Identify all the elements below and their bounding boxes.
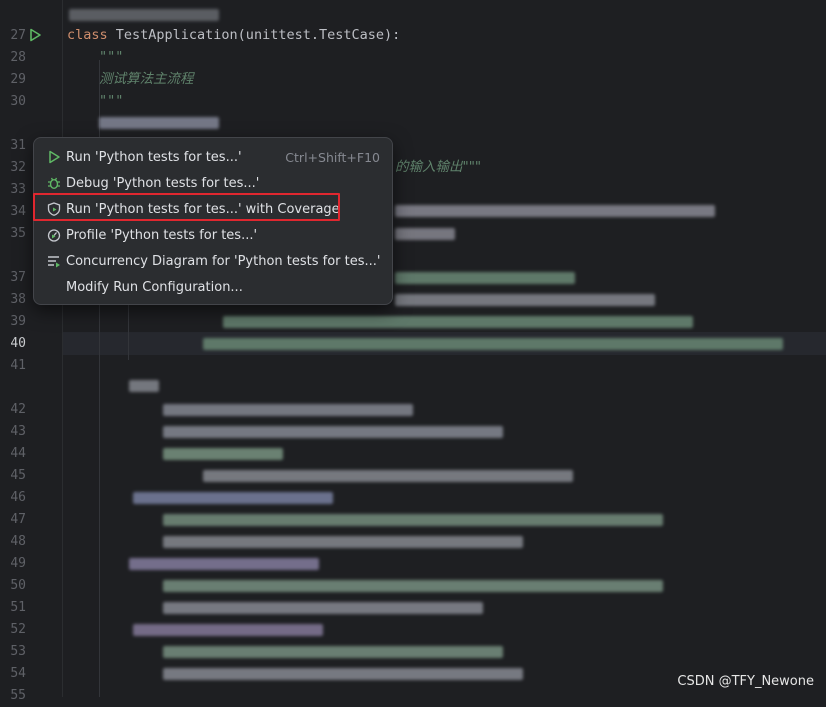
line-number: 42 <box>10 402 26 417</box>
line-number-gutter: 27 28 29 30 31 32 33 34 35 37 38 39 40 4… <box>0 0 63 703</box>
line-number: 53 <box>10 644 26 659</box>
menu-item-shortcut: Ctrl+Shift+F10 <box>285 149 380 165</box>
line-number: 31 <box>10 138 26 153</box>
line-number: 51 <box>10 600 26 615</box>
profile-icon <box>47 228 61 242</box>
line-number: 45 <box>10 468 26 483</box>
line-number-active: 40 <box>10 336 26 351</box>
docstring-text: 测试算法主流程 <box>99 71 194 87</box>
menu-item-run[interactable]: Run 'Python tests for tes...' Ctrl+Shift… <box>40 145 386 169</box>
line-number: 30 <box>10 94 26 109</box>
docstring-close: """ <box>99 93 124 109</box>
partial-comment: 的输入输出""" <box>395 159 482 175</box>
line-number: 37 <box>10 270 26 285</box>
coverage-icon <box>47 202 61 216</box>
line-number: 47 <box>10 512 26 527</box>
run-gutter-icon[interactable] <box>28 28 42 42</box>
menu-item-concurrency-diagram[interactable]: Concurrency Diagram for 'Python tests fo… <box>40 249 386 273</box>
menu-item-label: Debug 'Python tests for tes...' <box>66 175 260 191</box>
watermark: CSDN @TFY_Newone <box>677 674 814 689</box>
concurrency-icon <box>47 254 61 268</box>
menu-item-profile[interactable]: Profile 'Python tests for tes...' <box>40 223 386 247</box>
menu-item-label: Profile 'Python tests for tes...' <box>66 227 258 243</box>
line-number: 29 <box>10 72 26 87</box>
line-number: 52 <box>10 622 26 637</box>
menu-item-label: Concurrency Diagram for 'Python tests fo… <box>66 253 381 269</box>
code-editor[interactable]: class TestApplication(unittest.TestCase)… <box>63 0 826 697</box>
line-number: 38 <box>10 292 26 307</box>
debug-icon <box>47 176 61 190</box>
menu-item-modify-run-configuration[interactable]: Modify Run Configuration... <box>40 275 386 299</box>
run-context-menu: Run 'Python tests for tes...' Ctrl+Shift… <box>33 137 393 305</box>
line-number: 44 <box>10 446 26 461</box>
menu-item-run-with-coverage[interactable]: Run 'Python tests for tes...' with Cover… <box>40 197 386 221</box>
line-number: 35 <box>10 226 26 241</box>
docstring-open: """ <box>99 49 124 65</box>
line-number: 32 <box>10 160 26 175</box>
line-number: 46 <box>10 490 26 505</box>
menu-item-label: Run 'Python tests for tes...' <box>66 149 242 165</box>
line-number: 33 <box>10 182 26 197</box>
line-number: 28 <box>10 50 26 65</box>
line-number: 49 <box>10 556 26 571</box>
line-number: 48 <box>10 534 26 549</box>
line-number: 43 <box>10 424 26 439</box>
line-number: 41 <box>10 358 26 373</box>
menu-item-label: Modify Run Configuration... <box>66 279 243 295</box>
line-number: 34 <box>10 204 26 219</box>
line-number: 55 <box>10 688 26 703</box>
line-number: 39 <box>10 314 26 329</box>
menu-item-label: Run 'Python tests for tes...' with Cover… <box>66 201 340 217</box>
run-icon <box>47 150 61 164</box>
class-declaration: class TestApplication(unittest.TestCase)… <box>67 27 401 43</box>
line-number: 54 <box>10 666 26 681</box>
line-number: 27 <box>10 28 26 43</box>
menu-item-debug[interactable]: Debug 'Python tests for tes...' <box>40 171 386 195</box>
line-number: 50 <box>10 578 26 593</box>
